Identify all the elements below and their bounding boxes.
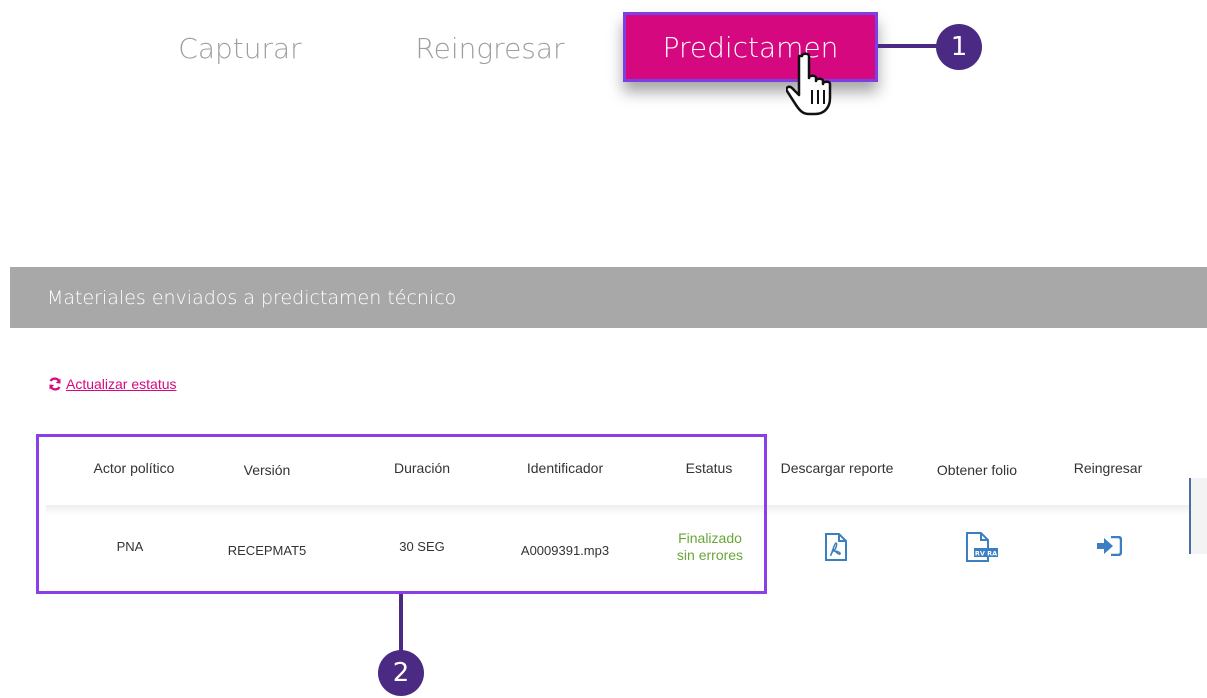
refresh-status-link[interactable]: Actualizar estatus bbox=[48, 376, 177, 392]
header-descargar-reporte: Descargar reporte bbox=[780, 460, 894, 476]
callout-connector-1 bbox=[878, 44, 940, 48]
scrollbar-stub[interactable] bbox=[1189, 478, 1207, 554]
callout-badge-1: 1 bbox=[936, 24, 982, 70]
refresh-icon bbox=[49, 377, 61, 391]
folio-icon-text: RV RA bbox=[975, 550, 997, 558]
tab-reingresar[interactable]: Reingresar bbox=[405, 14, 575, 82]
refresh-status-label[interactable]: Actualizar estatus bbox=[66, 376, 177, 392]
header-reingresar: Reingresar bbox=[1073, 460, 1143, 476]
pointer-hand-icon bbox=[786, 52, 832, 116]
table-highlight-box bbox=[36, 434, 767, 594]
document-folio-icon[interactable]: RV RA bbox=[964, 532, 998, 562]
tab-capturar[interactable]: Capturar bbox=[170, 14, 310, 82]
section-title: Materiales enviados a predictamen técnic… bbox=[47, 286, 457, 309]
section-header-bar: Materiales enviados a predictamen técnic… bbox=[10, 267, 1207, 328]
callout-connector-2 bbox=[399, 594, 403, 652]
pdf-icon[interactable] bbox=[824, 533, 848, 561]
header-obtener-folio: Obtener folio bbox=[936, 462, 1018, 478]
sign-in-icon[interactable] bbox=[1096, 536, 1122, 556]
callout-badge-2: 2 bbox=[378, 650, 424, 696]
